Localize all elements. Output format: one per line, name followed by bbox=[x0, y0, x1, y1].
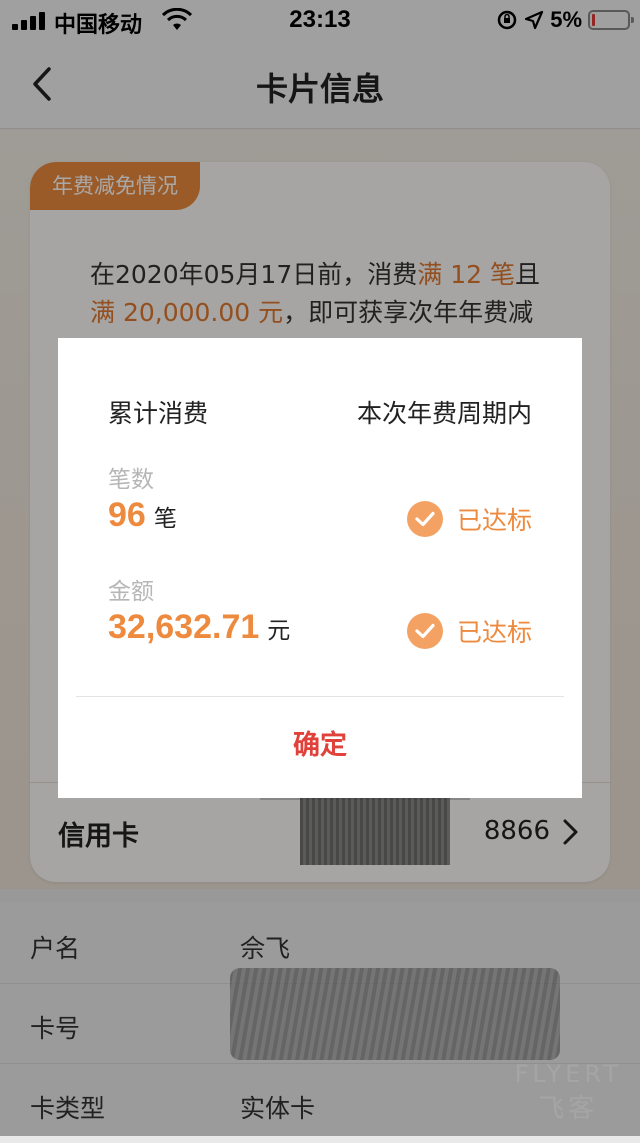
metric-value: 32,632.71 元 bbox=[108, 608, 291, 646]
check-icon bbox=[406, 613, 443, 649]
modal-header: 累计消费 本次年费周期内 bbox=[108, 394, 532, 428]
check-icon bbox=[406, 501, 443, 537]
metric-count: 笔数 96 笔 已达标 bbox=[108, 460, 532, 546]
metric-value: 96 笔 bbox=[108, 496, 177, 534]
metric-status: 已达标 bbox=[406, 500, 532, 538]
modal-header-left: 累计消费 bbox=[108, 399, 209, 428]
metric-label: 金额 bbox=[108, 579, 154, 605]
metric-amount: 金额 32,632.71 元 已达标 bbox=[108, 572, 532, 658]
confirm-button[interactable]: 确定 bbox=[58, 697, 582, 798]
modal-header-right: 本次年费周期内 bbox=[356, 399, 532, 428]
spending-modal: 累计消费 本次年费周期内 笔数 96笔 已达标 金额 32,632.71元 bbox=[58, 338, 582, 798]
metric-status: 已达标 bbox=[406, 612, 532, 650]
metric-label: 笔数 bbox=[108, 467, 154, 493]
